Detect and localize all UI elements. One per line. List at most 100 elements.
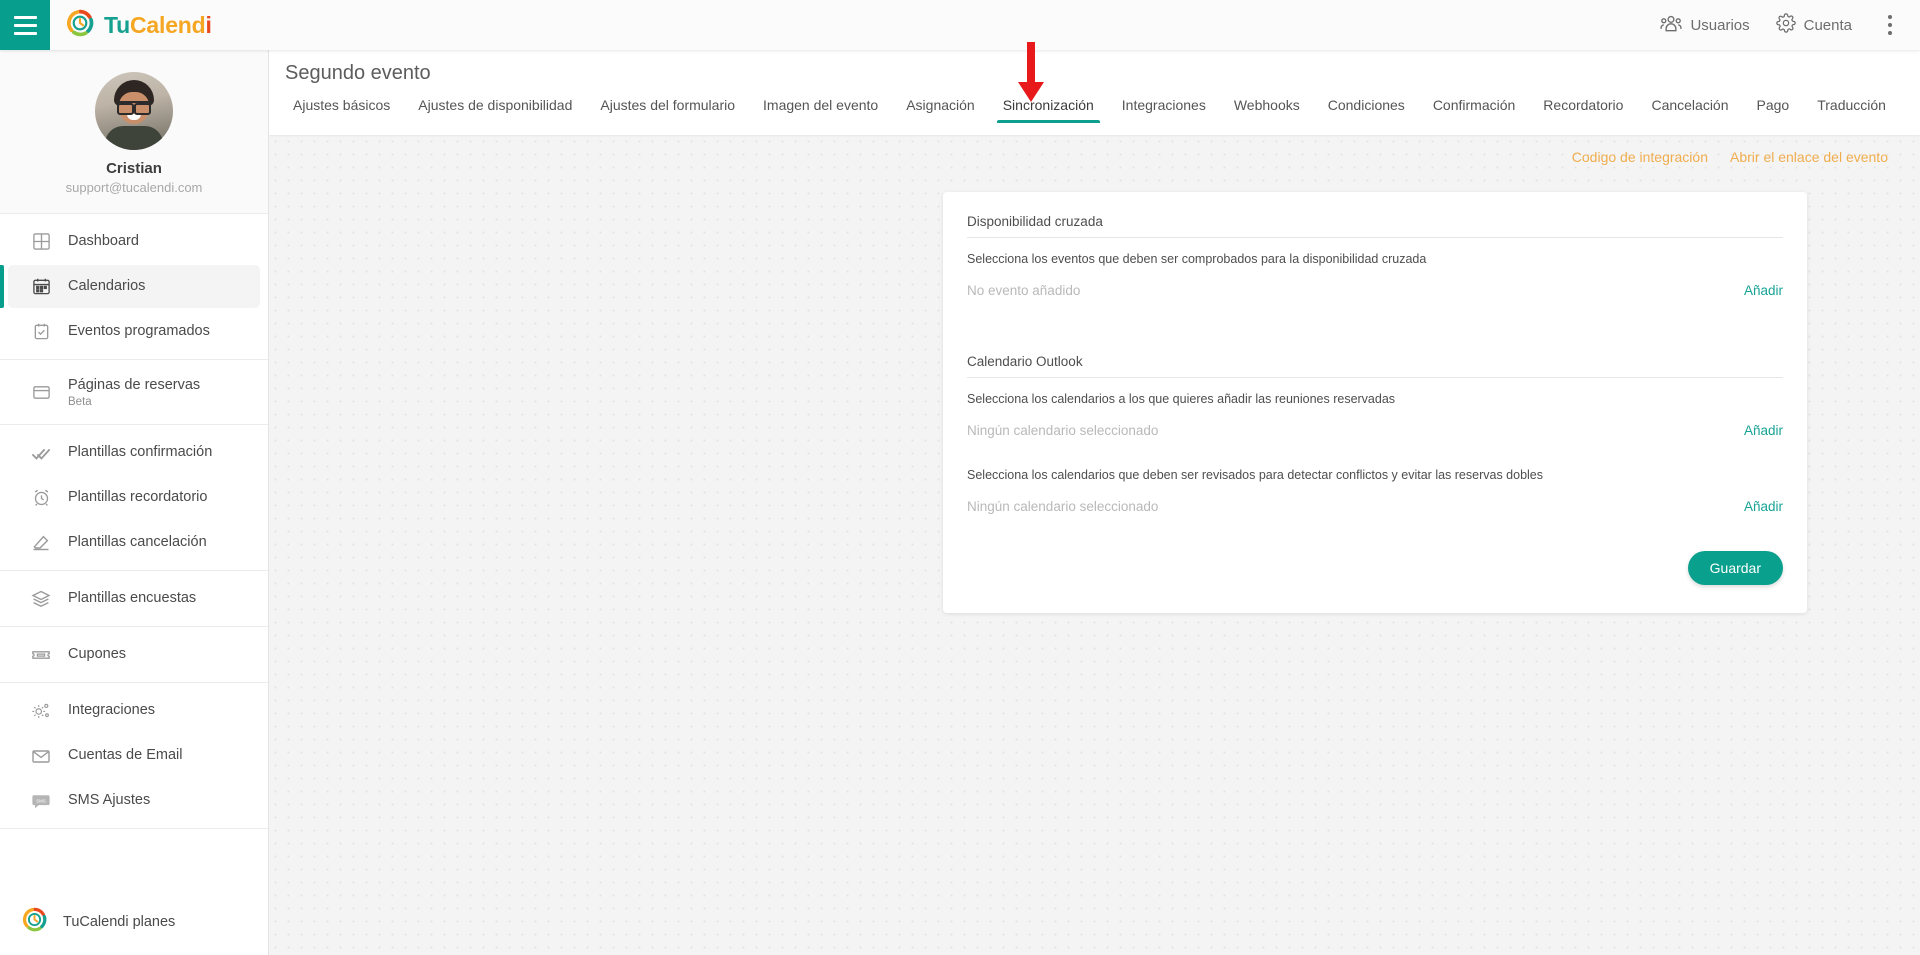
svg-text:SMS: SMS — [36, 798, 46, 803]
sidebar-group: Plantillas confirmación Plantillas recor… — [0, 425, 268, 571]
sidebar: Cristian support@tucalendi.com Dashboard… — [0, 50, 269, 955]
empty-value: Ningún calendario seleccionado — [967, 498, 1159, 514]
section-title: Disponibilidad cruzada — [967, 214, 1103, 229]
sidebar-item-plantillas-encuestas[interactable]: Plantillas encuestas — [8, 577, 260, 620]
calendar-icon — [30, 276, 52, 298]
users-label: Usuarios — [1690, 16, 1750, 34]
sidebar-sublabel: Beta — [68, 395, 92, 408]
sidebar-item-eventos-programados[interactable]: Eventos programados — [8, 310, 260, 353]
outlook-calendar-section: Calendario Outlook Selecciona los calend… — [967, 354, 1783, 520]
add-conflict-calendar-button[interactable]: Añadir — [1744, 499, 1783, 514]
brand-logo[interactable]: TuCalendi — [66, 9, 212, 42]
tucalendi-logo-icon — [66, 9, 94, 42]
quick-links: Codigo de integración Abrir el enlace de… — [269, 135, 1920, 165]
sidebar-label: Dashboard — [68, 233, 139, 250]
sidebar-label: Cuentas de Email — [68, 747, 183, 764]
content-header: Segundo evento Ajustes básicos Ajustes d… — [269, 50, 1920, 135]
save-button[interactable]: Guardar — [1687, 551, 1783, 585]
row-spacer — [967, 448, 1783, 468]
sidebar-item-text: Páginas de reservas Beta — [68, 376, 200, 407]
tab-cancelacion[interactable]: Cancelación — [1637, 97, 1742, 123]
sidebar-item-integraciones[interactable]: Integraciones — [8, 689, 260, 732]
profile-email: support@tucalendi.com — [65, 180, 203, 195]
sidebar-label: Calendarios — [68, 278, 146, 295]
account-button[interactable]: Cuenta — [1775, 13, 1852, 37]
hamburger-bar — [13, 15, 37, 19]
eraser-icon — [30, 532, 52, 554]
event-tabs: Ajustes básicos Ajustes de disponibilida… — [269, 85, 1920, 123]
tab-webhooks[interactable]: Webhooks — [1220, 97, 1314, 123]
tab-traduccion[interactable]: Traducción — [1803, 97, 1900, 123]
kebab-menu-icon[interactable] — [1878, 9, 1902, 41]
section-description: Selecciona los eventos que deben ser com… — [967, 252, 1427, 266]
sidebar-item-plantillas-confirmacion[interactable]: Plantillas confirmación — [8, 431, 260, 474]
ticket-icon — [30, 644, 52, 666]
sidebar-item-sms-ajustes[interactable]: SMS SMS Ajustes — [8, 779, 260, 822]
sidebar-label: Cupones — [68, 646, 127, 663]
sidebar-item-cuentas-de-email[interactable]: Cuentas de Email — [8, 734, 260, 777]
sidebar-item-paginas-de-reservas[interactable]: Páginas de reservas Beta — [8, 366, 260, 418]
sidebar-profile[interactable]: Cristian support@tucalendi.com — [0, 50, 268, 214]
empty-value: No evento añadido — [967, 282, 1081, 298]
add-calendar-button[interactable]: Añadir — [1744, 423, 1783, 438]
gears-icon — [30, 700, 52, 722]
tab-ajustes-basicos[interactable]: Ajustes básicos — [279, 97, 404, 123]
sync-settings-card: Disponibilidad cruzada Selecciona los ev… — [943, 192, 1807, 613]
calendar-check-icon — [30, 321, 52, 343]
tab-sincronizacion[interactable]: Sincronización — [989, 97, 1108, 123]
brand-text-part3: i — [205, 11, 212, 38]
sidebar-label: Plantillas recordatorio — [68, 489, 208, 506]
sidebar-footer-label: TuCalendi planes — [63, 914, 176, 930]
sidebar-label: Plantillas confirmación — [68, 444, 213, 461]
section-description-add: Selecciona los calendarios a los que qui… — [967, 392, 1396, 406]
sidebar-item-calendarios[interactable]: Calendarios — [0, 265, 260, 308]
tab-integraciones[interactable]: Integraciones — [1108, 97, 1220, 123]
gear-icon — [1775, 13, 1796, 37]
empty-value: Ningún calendario seleccionado — [967, 422, 1159, 438]
avatar — [95, 72, 173, 150]
brand-text-part1: Tu — [104, 11, 130, 38]
tab-recordatorio[interactable]: Recordatorio — [1529, 97, 1637, 123]
users-button[interactable]: Usuarios — [1660, 14, 1750, 36]
tab-ajustes-del-formulario[interactable]: Ajustes del formulario — [586, 97, 749, 123]
dashboard-grid-icon — [30, 231, 52, 253]
top-bar-actions: Usuarios Cuenta — [1660, 9, 1920, 41]
sidebar-label: Páginas de reservas — [68, 377, 201, 394]
sidebar-label: Integraciones — [68, 702, 156, 719]
open-event-link[interactable]: Abrir el enlace del evento — [1730, 149, 1888, 165]
sidebar-label: Plantillas cancelación — [68, 534, 207, 551]
tucalendi-logo-icon — [22, 907, 47, 937]
sidebar-group: Páginas de reservas Beta — [0, 360, 268, 425]
tab-ajustes-de-disponibilidad[interactable]: Ajustes de disponibilidad — [404, 97, 586, 123]
brand-text-part2: Calend — [130, 11, 206, 38]
sidebar-item-dashboard[interactable]: Dashboard — [8, 220, 260, 263]
hamburger-bar — [13, 23, 37, 27]
double-check-icon — [30, 442, 52, 464]
main-content: Codigo de integración Abrir el enlace de… — [269, 135, 1920, 955]
account-label: Cuenta — [1803, 16, 1852, 34]
tab-asignacion[interactable]: Asignación — [892, 97, 989, 123]
add-event-button[interactable]: Añadir — [1744, 283, 1783, 298]
tab-pago[interactable]: Pago — [1743, 97, 1804, 123]
outlook-check-row: Ningún calendario seleccionado Añadir — [967, 492, 1783, 520]
section-title: Calendario Outlook — [967, 354, 1083, 369]
integration-code-link[interactable]: Codigo de integración — [1572, 149, 1708, 165]
kebab-dot — [1888, 23, 1892, 27]
tab-imagen-del-evento[interactable]: Imagen del evento — [749, 97, 892, 123]
sidebar-label: Plantillas encuestas — [68, 590, 197, 607]
sidebar-item-plantillas-cancelacion[interactable]: Plantillas cancelación — [8, 521, 260, 564]
tab-condiciones[interactable]: Condiciones — [1314, 97, 1419, 123]
kebab-dot — [1888, 15, 1892, 19]
sidebar-group: Integraciones Cuentas de Email SMS SMS A… — [0, 683, 268, 829]
sidebar-item-plantillas-recordatorio[interactable]: Plantillas recordatorio — [8, 476, 260, 519]
sidebar-group: Plantillas encuestas — [0, 571, 268, 627]
sidebar-label: SMS Ajustes — [68, 792, 151, 809]
hamburger-icon[interactable] — [0, 0, 50, 50]
sidebar-item-cupones[interactable]: Cupones — [8, 633, 260, 676]
cross-availability-row: No evento añadido Añadir — [967, 276, 1783, 304]
cross-availability-section: Disponibilidad cruzada Selecciona los ev… — [967, 214, 1783, 304]
kebab-dot — [1888, 31, 1892, 35]
sidebar-item-tucalendi-planes[interactable]: TuCalendi planes — [0, 889, 268, 955]
tab-confirmacion[interactable]: Confirmación — [1419, 97, 1529, 123]
alarm-clock-icon — [30, 487, 52, 509]
